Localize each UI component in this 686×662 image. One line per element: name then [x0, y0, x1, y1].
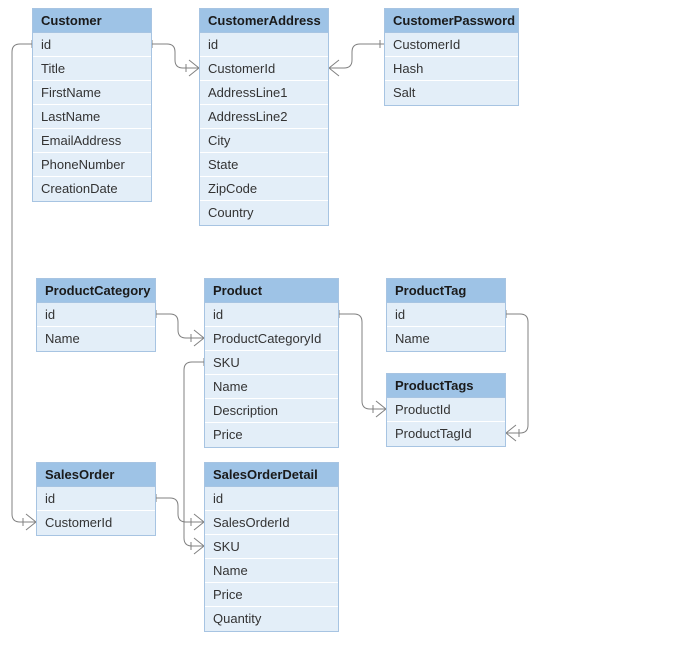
entity-field: Price	[205, 423, 338, 447]
entity-field: LastName	[33, 105, 151, 129]
entity-customer-password[interactable]: CustomerPassword CustomerId Hash Salt	[384, 8, 519, 106]
entity-field: Hash	[385, 57, 518, 81]
entity-title: SalesOrder	[37, 463, 155, 487]
entity-field: City	[200, 129, 328, 153]
entity-field: id	[33, 33, 151, 57]
entity-field: id	[37, 487, 155, 511]
entity-field: Name	[205, 559, 338, 583]
entity-customer-address[interactable]: CustomerAddress id CustomerId AddressLin…	[199, 8, 329, 226]
entity-field: CustomerId	[385, 33, 518, 57]
entity-field: id	[37, 303, 155, 327]
entity-field: Salt	[385, 81, 518, 105]
entity-field: SalesOrderId	[205, 511, 338, 535]
entity-field: Price	[205, 583, 338, 607]
entity-field: Quantity	[205, 607, 338, 631]
entity-field: Country	[200, 201, 328, 225]
entity-title: ProductTag	[387, 279, 505, 303]
entity-field: ProductTagId	[387, 422, 505, 446]
entity-field: Description	[205, 399, 338, 423]
entity-product-tag[interactable]: ProductTag id Name	[386, 278, 506, 352]
entity-title: CustomerPassword	[385, 9, 518, 33]
entity-sales-order[interactable]: SalesOrder id CustomerId	[36, 462, 156, 536]
entity-title: Product	[205, 279, 338, 303]
entity-field: Name	[37, 327, 155, 351]
entity-field: AddressLine2	[200, 105, 328, 129]
entity-title: SalesOrderDetail	[205, 463, 338, 487]
entity-field: CustomerId	[200, 57, 328, 81]
entity-field: CreationDate	[33, 177, 151, 201]
entity-title: CustomerAddress	[200, 9, 328, 33]
entity-field: PhoneNumber	[33, 153, 151, 177]
entity-field: id	[200, 33, 328, 57]
entity-field: Name	[387, 327, 505, 351]
entity-product-tags[interactable]: ProductTags ProductId ProductTagId	[386, 373, 506, 447]
entity-field: AddressLine1	[200, 81, 328, 105]
entity-field: FirstName	[33, 81, 151, 105]
entity-field: id	[205, 487, 338, 511]
entity-customer[interactable]: Customer id Title FirstName LastName Ema…	[32, 8, 152, 202]
entity-field: Title	[33, 57, 151, 81]
entity-field: ZipCode	[200, 177, 328, 201]
entity-title: ProductCategory	[37, 279, 155, 303]
entity-field: State	[200, 153, 328, 177]
entity-field: id	[205, 303, 338, 327]
entity-product[interactable]: Product id ProductCategoryId SKU Name De…	[204, 278, 339, 448]
entity-field: Name	[205, 375, 338, 399]
entity-title: ProductTags	[387, 374, 505, 398]
entity-sales-order-detail[interactable]: SalesOrderDetail id SalesOrderId SKU Nam…	[204, 462, 339, 632]
entity-field: SKU	[205, 351, 338, 375]
entity-field: ProductId	[387, 398, 505, 422]
entity-field: EmailAddress	[33, 129, 151, 153]
entity-field: CustomerId	[37, 511, 155, 535]
entity-title: Customer	[33, 9, 151, 33]
entity-field: ProductCategoryId	[205, 327, 338, 351]
entity-field: SKU	[205, 535, 338, 559]
entity-product-category[interactable]: ProductCategory id Name	[36, 278, 156, 352]
entity-field: id	[387, 303, 505, 327]
